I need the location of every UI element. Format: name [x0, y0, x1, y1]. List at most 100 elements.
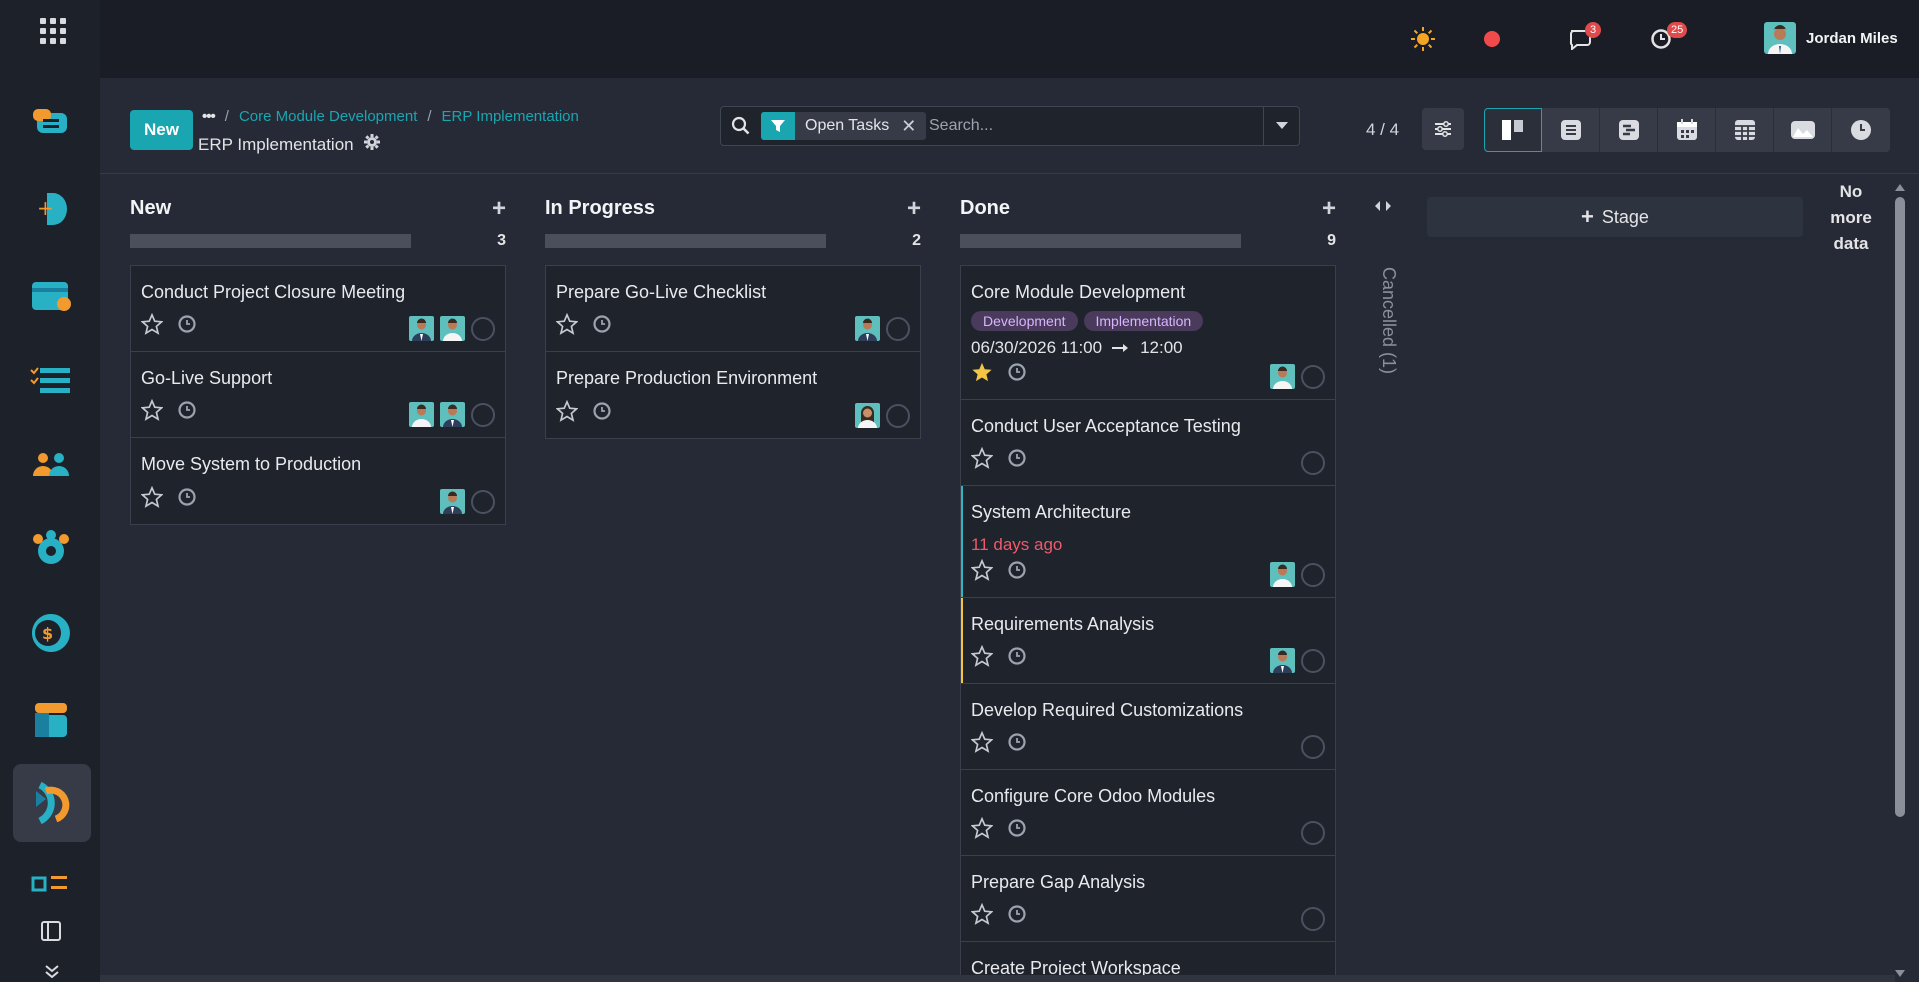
- new-button[interactable]: New: [130, 110, 193, 150]
- kanban-state-circle[interactable]: [1301, 562, 1325, 587]
- apps-grid-icon[interactable]: [40, 18, 66, 44]
- activity-clock-icon[interactable]: [592, 314, 612, 339]
- graph-view-button[interactable]: [1774, 108, 1832, 152]
- star-filled-icon[interactable]: [971, 361, 993, 388]
- task-card[interactable]: Prepare Production Environment: [546, 352, 920, 438]
- activity-clock-icon[interactable]: [177, 487, 197, 512]
- assignee-avatar[interactable]: [440, 489, 465, 514]
- task-card[interactable]: Configure Core Odoo Modules: [961, 770, 1335, 856]
- search-facet-open-tasks[interactable]: Open Tasks ✕: [761, 112, 927, 140]
- kanban-state-circle[interactable]: [1301, 648, 1325, 673]
- gantt-view-button[interactable]: [1600, 108, 1658, 152]
- task-card[interactable]: Prepare Go-Live Checklist: [546, 266, 920, 352]
- kanban-state-circle[interactable]: [1301, 907, 1325, 931]
- assignee-avatar[interactable]: [409, 316, 434, 341]
- activity-view-button[interactable]: [1832, 108, 1890, 152]
- assignee-avatar[interactable]: [1270, 562, 1295, 587]
- activity-clock-icon[interactable]: 25: [1650, 22, 1688, 50]
- theme-sun-icon[interactable]: [1410, 26, 1436, 52]
- star-icon[interactable]: [140, 485, 164, 513]
- kanban-state-circle[interactable]: [886, 316, 910, 341]
- kanban-settings-button[interactable]: [1422, 108, 1464, 150]
- sidebar-toggle-icon[interactable]: [40, 920, 62, 947]
- kanban-state-circle[interactable]: [471, 402, 495, 427]
- search-icon[interactable]: [731, 116, 751, 141]
- task-card[interactable]: Requirements Analysis: [961, 598, 1335, 684]
- star-icon[interactable]: [970, 558, 994, 586]
- quick-create-plus-icon[interactable]: +: [492, 195, 506, 223]
- star-icon[interactable]: [140, 398, 164, 426]
- calendar-view-button[interactable]: [1658, 108, 1716, 152]
- kanban-state-circle[interactable]: [1301, 821, 1325, 845]
- kanban-state-circle[interactable]: [1301, 451, 1325, 475]
- activity-clock-icon[interactable]: [177, 400, 197, 425]
- activity-clock-icon[interactable]: [1007, 560, 1027, 585]
- planning-app-icon[interactable]: [26, 860, 76, 910]
- task-card[interactable]: Core Module Development Development Impl…: [961, 266, 1335, 400]
- assignee-avatar[interactable]: [855, 316, 880, 341]
- assignee-avatar[interactable]: [440, 316, 465, 341]
- chat-icon[interactable]: 3: [1568, 22, 1601, 50]
- kanban-state-circle[interactable]: [1301, 364, 1325, 389]
- contacts-app-icon[interactable]: +: [26, 184, 76, 234]
- accounting-app-icon[interactable]: $: [26, 608, 76, 658]
- kanban-state-circle[interactable]: [471, 316, 495, 341]
- kanban-state-circle[interactable]: [471, 489, 495, 514]
- star-icon[interactable]: [970, 446, 994, 474]
- breadcrumb-link-erp[interactable]: ERP Implementation: [442, 108, 579, 125]
- user-menu[interactable]: Jordan Miles: [1764, 22, 1898, 54]
- column-progress-bar[interactable]: [960, 234, 1241, 248]
- star-icon[interactable]: [555, 312, 579, 340]
- search-input[interactable]: [929, 115, 1249, 137]
- kanban-state-circle[interactable]: [1301, 735, 1325, 759]
- activity-clock-icon[interactable]: [1007, 732, 1027, 757]
- star-icon[interactable]: [140, 312, 164, 340]
- task-card[interactable]: Conduct User Acceptance Testing: [961, 400, 1335, 486]
- gear-icon[interactable]: [363, 134, 380, 155]
- star-icon[interactable]: [970, 902, 994, 930]
- remove-facet-icon[interactable]: ✕: [901, 116, 926, 137]
- expand-down-icon[interactable]: [44, 964, 60, 982]
- horizontal-scrollbar[interactable]: [100, 975, 1895, 982]
- activity-clock-icon[interactable]: [1007, 448, 1027, 473]
- breadcrumb-more-button[interactable]: •••: [202, 108, 216, 125]
- assignee-avatar[interactable]: [1270, 364, 1295, 389]
- scrollbar-thumb[interactable]: [1895, 197, 1905, 817]
- quick-create-plus-icon[interactable]: +: [1322, 195, 1336, 223]
- column-progress-bar[interactable]: [545, 234, 826, 248]
- quick-create-plus-icon[interactable]: +: [907, 195, 921, 223]
- list-view-button[interactable]: [1542, 108, 1600, 152]
- unfold-arrows-icon[interactable]: [1374, 199, 1392, 217]
- kanban-view-button[interactable]: [1484, 108, 1542, 152]
- activity-clock-icon[interactable]: [1007, 362, 1027, 387]
- pager-value[interactable]: 4 / 4: [1366, 120, 1399, 140]
- kanban-column-cancelled-folded[interactable]: Cancelled (1): [1369, 197, 1399, 374]
- task-card[interactable]: Move System to Production: [131, 438, 505, 524]
- add-stage-button[interactable]: + Stage: [1427, 197, 1803, 237]
- column-progress-bar[interactable]: [130, 234, 411, 248]
- task-card[interactable]: System Architecture 11 days ago: [961, 486, 1335, 598]
- pivot-view-button[interactable]: [1716, 108, 1774, 152]
- scroll-down-arrow-icon[interactable]: [1895, 965, 1905, 982]
- tag-badge[interactable]: Implementation: [1083, 311, 1204, 331]
- activity-clock-icon[interactable]: [1007, 904, 1027, 929]
- discuss-app-icon[interactable]: [26, 98, 76, 148]
- vertical-scrollbar[interactable]: [1893, 177, 1907, 977]
- crm-app-icon[interactable]: [26, 272, 76, 322]
- task-card[interactable]: Develop Required Customizations: [961, 684, 1335, 770]
- task-card[interactable]: Go-Live Support: [131, 352, 505, 438]
- recording-indicator-icon[interactable]: [1484, 31, 1500, 47]
- todo-app-icon[interactable]: [26, 356, 76, 406]
- star-icon[interactable]: [555, 399, 579, 427]
- breadcrumb-link-core-module[interactable]: Core Module Development: [239, 108, 417, 125]
- task-card[interactable]: Prepare Gap Analysis: [961, 856, 1335, 942]
- assignee-avatar[interactable]: [440, 402, 465, 427]
- tag-badge[interactable]: Development: [971, 311, 1078, 331]
- task-card[interactable]: Conduct Project Closure Meeting: [131, 266, 505, 352]
- team-app-icon[interactable]: [26, 524, 76, 574]
- activity-clock-icon[interactable]: [592, 401, 612, 426]
- search-options-toggle[interactable]: [1263, 107, 1299, 145]
- activity-clock-icon[interactable]: [177, 314, 197, 339]
- assignee-avatar[interactable]: [1270, 648, 1295, 673]
- assignee-avatar[interactable]: [409, 402, 434, 427]
